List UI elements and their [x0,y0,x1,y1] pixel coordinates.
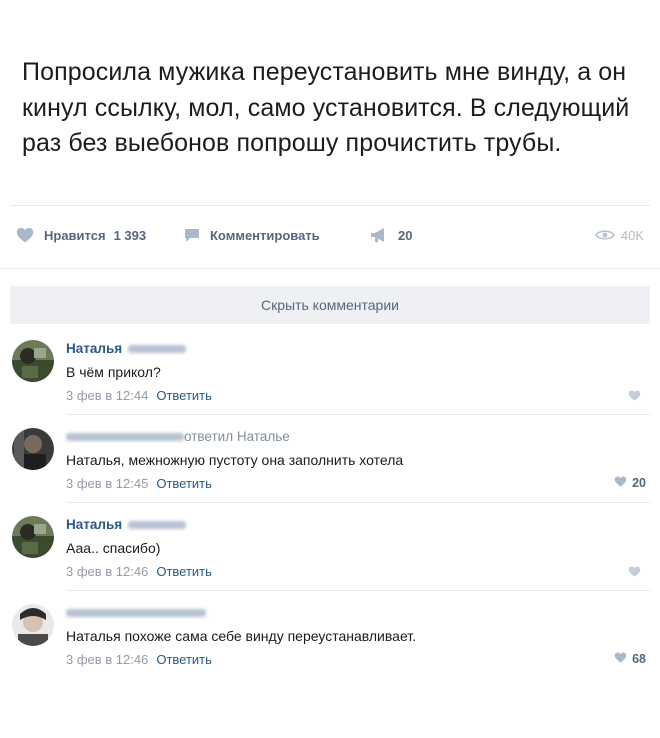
comment-text: Наталья похоже сама себе винду переустан… [66,628,417,644]
post-text: Попросила мужика переустановить мне винд… [22,58,630,157]
comment-meta: 3 фев в 12:46 Ответить [66,564,212,579]
comment-like-button[interactable]: 68 [614,652,646,666]
comment-date: 3 фев в 12:44 [66,388,149,403]
comment-like-button[interactable] [628,566,646,580]
reply-link[interactable]: Ответить [156,388,212,403]
blurred-name [66,609,206,618]
comment-date: 3 фев в 12:46 [66,564,149,579]
comment-label: Комментировать [210,227,320,243]
comment-button[interactable]: Комментировать [184,222,320,248]
heart-icon [628,390,641,404]
heart-icon [628,566,641,580]
avatar[interactable] [12,604,54,646]
heart-icon [614,652,627,666]
comment-meta: 3 фев в 12:46 Ответить [66,652,212,667]
share-button[interactable]: 20 [370,222,412,248]
comment: Наталья Ааа.. спасибо) 3 фев в 12:46 Отве… [0,512,660,592]
like-button[interactable]: Нравится 1 393 [16,222,146,248]
comment-text: В чём прикол? [66,364,161,380]
reply-link[interactable]: Ответить [156,652,212,667]
comment-author[interactable] [66,605,206,620]
reply-link[interactable]: Ответить [156,564,212,579]
comment-divider [66,414,650,415]
eye-icon [594,229,615,241]
comment: Наталья похоже сама себе винду переустан… [0,600,660,680]
replied-to: ответил Наталье [184,429,290,444]
comment-author[interactable]: ответил Наталье [66,429,290,444]
heart-icon [16,227,34,243]
comment-like-count: 20 [632,476,646,490]
comment-like-button[interactable]: 20 [614,476,646,490]
blurred-surname [128,521,187,530]
comment-meta: 3 фев в 12:44 Ответить [66,388,212,403]
like-label: Нравится [44,227,106,243]
blurred-surname [128,345,187,354]
avatar[interactable] [12,340,54,382]
comment-text: Наталья, межножную пустоту она заполнить… [66,452,404,468]
post-divider [10,205,650,206]
comment-text: Ааа.. спасибо) [66,540,161,556]
comment-author[interactable]: Наталья [66,341,187,356]
comment: ответил Наталье Наталья, межножную пусто… [0,424,660,504]
heart-icon [614,476,627,490]
avatar[interactable] [12,428,54,470]
post: Попросила мужика переустановить мне винд… [0,0,660,270]
section-divider [0,268,660,269]
post-actions: Нравится 1 393 Комментировать 20 40K [10,222,650,248]
share-count: 20 [398,227,413,243]
hide-comments-button[interactable]: Скрыть комментарии [10,286,650,324]
views-counter: 40K [594,222,644,248]
comment-like-button[interactable] [628,390,646,404]
comment-author[interactable]: Наталья [66,517,187,532]
blurred-name [66,433,184,442]
megaphone-icon [370,227,388,243]
comment-date: 3 фев в 12:45 [66,476,149,491]
comment: Наталья В чём прикол? 3 фев в 12:44 Ответ… [0,336,660,416]
reply-link[interactable]: Ответить [156,476,212,491]
comment-date: 3 фев в 12:46 [66,652,149,667]
comment-divider [66,590,650,591]
comment-bubble-icon [184,228,200,243]
comment-meta: 3 фев в 12:45 Ответить [66,476,212,491]
like-count: 1 393 [113,227,147,243]
comment-divider [66,502,650,503]
avatar[interactable] [12,516,54,558]
views-count: 40K [620,227,644,243]
comment-like-count: 68 [632,652,646,666]
